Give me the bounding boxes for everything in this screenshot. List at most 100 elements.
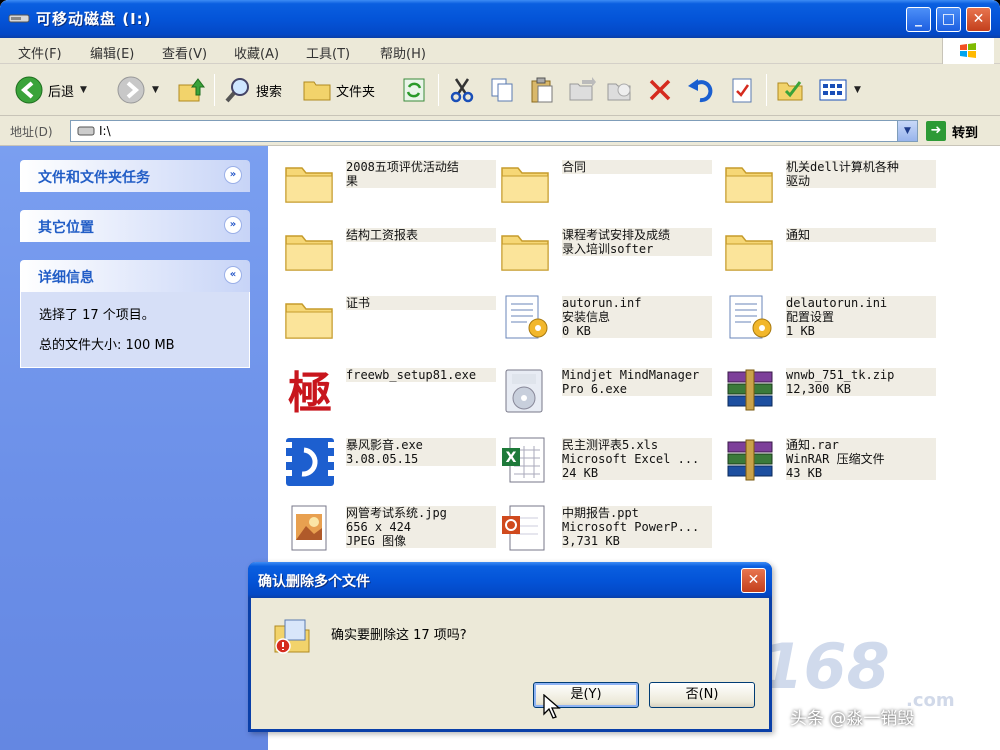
file-item[interactable]: 网管考试系统.jpg 656 x 424 JPEG 图像 <box>282 502 507 562</box>
move-to-button[interactable] <box>568 74 596 106</box>
minimize-button[interactable]: _ <box>906 7 931 32</box>
address-dropdown-icon[interactable]: ▼ <box>897 121 917 141</box>
go-arrow-icon: ➜ <box>926 121 946 141</box>
expand-chevron-icon[interactable]: » <box>224 166 242 184</box>
panel-details[interactable]: 详细信息 « <box>20 260 250 292</box>
dialog-title-bar[interactable]: 确认删除多个文件 ✕ <box>248 562 772 598</box>
task-pane: 文件和文件夹任务 » 其它位置 » 详细信息 « 选择了 17 个项目。 总的文… <box>0 146 268 750</box>
file-label: wnwb_751_tk.zip 12,300 KB <box>786 368 936 396</box>
file-item[interactable]: 证书 <box>282 292 507 352</box>
file-item[interactable]: 机关dell计算机各种 驱动 <box>722 156 947 216</box>
file-detail: 安装信息 <box>562 310 712 324</box>
file-item[interactable]: 合同 <box>498 156 723 216</box>
no-button[interactable]: 否(N) <box>649 682 755 708</box>
recycle-delete-icon <box>274 619 310 654</box>
file-detail: 配置设置 <box>786 310 936 324</box>
file-item[interactable]: 课程考试安排及成绩 录入培训softer <box>498 224 723 284</box>
menu-view[interactable]: 查看(V) <box>162 43 207 62</box>
file-item[interactable]: 暴风影音.exe 3.08.05.15 <box>282 434 507 494</box>
file-label: 2008五项评优活动结果 <box>346 160 496 188</box>
menu-edit[interactable]: 编辑(E) <box>90 43 134 62</box>
title-bar[interactable]: 可移动磁盘 (I:) _ □ ✕ <box>0 0 1000 38</box>
file-detail: WinRAR 压缩文件 <box>786 452 936 466</box>
file-name: Mindjet MindManager <box>562 368 712 382</box>
toolbar-separator <box>766 74 767 106</box>
file-item[interactable]: 中期报告.ppt Microsoft PowerP... 3,731 KB <box>498 502 723 562</box>
folder-check-icon <box>777 81 803 101</box>
file-label: 课程考试安排及成绩 录入培训softer <box>562 228 712 256</box>
go-button[interactable]: ➜ 转到 <box>926 120 978 142</box>
expand-chevron-icon[interactable]: » <box>224 216 242 234</box>
delete-button[interactable] <box>646 74 674 106</box>
drive-icon <box>77 126 95 136</box>
search-button[interactable]: 搜索 <box>224 74 282 106</box>
file-item[interactable]: 通知 <box>722 224 947 284</box>
folders-button[interactable]: 文件夹 <box>302 74 375 106</box>
folder-options-button[interactable] <box>776 74 806 106</box>
file-name: 通知 <box>786 228 936 242</box>
forward-dropdown-icon[interactable]: ▼ <box>152 85 159 95</box>
copy-button[interactable] <box>488 74 516 106</box>
source-byline: 头条 @淼一销毁 <box>790 709 915 729</box>
file-item[interactable]: 2008五项评优活动结果 <box>282 156 507 216</box>
file-detail: Pro 6.exe <box>562 382 712 396</box>
undo-button[interactable] <box>686 74 716 106</box>
back-arrow-icon <box>15 76 43 104</box>
panel-file-tasks[interactable]: 文件和文件夹任务 » <box>20 160 250 192</box>
svg-text:極: 極 <box>288 368 332 419</box>
menu-bar: 文件(F) 编辑(E) 查看(V) 收藏(A) 工具(T) 帮助(H) <box>0 38 1000 64</box>
menu-tools[interactable]: 工具(T) <box>306 43 350 62</box>
file-item[interactable]: 结构工资报表 <box>282 224 507 284</box>
total-size: 总的文件大小: 100 MB <box>39 338 175 353</box>
windows-flag-icon <box>960 43 976 58</box>
paste-button[interactable] <box>528 74 556 106</box>
menu-favorites[interactable]: 收藏(A) <box>234 43 279 62</box>
back-button[interactable]: 后退 ▼ <box>14 74 87 106</box>
file-item[interactable]: wnwb_751_tk.zip 12,300 KB <box>722 364 947 424</box>
file-name: 暴风影音.exe <box>346 438 496 452</box>
forward-arrow-icon <box>117 76 145 104</box>
file-detail: 12,300 KB <box>786 382 936 396</box>
views-button[interactable]: ▼ <box>818 74 861 106</box>
menu-file[interactable]: 文件(F) <box>18 43 62 62</box>
collapse-chevron-icon[interactable]: « <box>224 266 242 284</box>
file-item[interactable]: 通知.rar WinRAR 压缩文件 43 KB <box>722 434 947 494</box>
back-dropdown-icon[interactable]: ▼ <box>80 85 87 95</box>
file-detail: 0 KB <box>562 324 712 338</box>
maximize-button[interactable]: □ <box>936 7 961 32</box>
file-label: 合同 <box>562 160 712 174</box>
sync-button[interactable] <box>400 74 428 106</box>
up-folder-button[interactable] <box>176 74 206 106</box>
views-dropdown-icon[interactable]: ▼ <box>854 85 861 95</box>
file-item[interactable]: 極 freewb_setup81.exe <box>282 364 507 424</box>
removable-drive-icon <box>8 14 30 23</box>
scissors-icon <box>450 78 474 103</box>
up-folder-icon <box>178 78 205 102</box>
back-label: 后退 <box>48 84 75 100</box>
file-name: delautorun.ini <box>786 296 936 310</box>
close-button[interactable]: ✕ <box>966 7 991 32</box>
file-name: 通知.rar <box>786 438 936 452</box>
cut-button[interactable] <box>448 74 476 106</box>
copy-to-button[interactable] <box>606 74 634 106</box>
forward-button[interactable]: ▼ <box>116 74 159 106</box>
move-to-folder-icon <box>569 77 596 101</box>
file-detail: 1 KB <box>786 324 936 338</box>
folders-icon <box>303 81 331 101</box>
file-name: 2008五项评优活动结 <box>346 160 496 174</box>
delete-x-icon <box>649 79 671 101</box>
undo-icon <box>688 79 713 103</box>
file-item[interactable]: Mindjet MindManager Pro 6.exe <box>498 364 723 424</box>
panel-other-places[interactable]: 其它位置 » <box>20 210 250 242</box>
properties-icon <box>732 78 752 103</box>
properties-button[interactable] <box>728 74 756 106</box>
dialog-message: 确实要删除这 17 项吗? <box>331 628 467 643</box>
dialog-close-button[interactable]: ✕ <box>741 568 766 593</box>
file-item[interactable]: autorun.inf 安装信息 0 KB <box>498 292 723 352</box>
folder-icon <box>722 156 778 212</box>
menu-help[interactable]: 帮助(H) <box>380 43 426 62</box>
file-item[interactable]: X 民主测评表5.xls Microsoft Excel ... 24 KB <box>498 434 723 494</box>
address-input[interactable]: I:\ ▼ <box>70 120 918 142</box>
file-label: 民主测评表5.xls Microsoft Excel ... 24 KB <box>562 438 712 480</box>
file-item[interactable]: delautorun.ini 配置设置 1 KB <box>722 292 947 352</box>
